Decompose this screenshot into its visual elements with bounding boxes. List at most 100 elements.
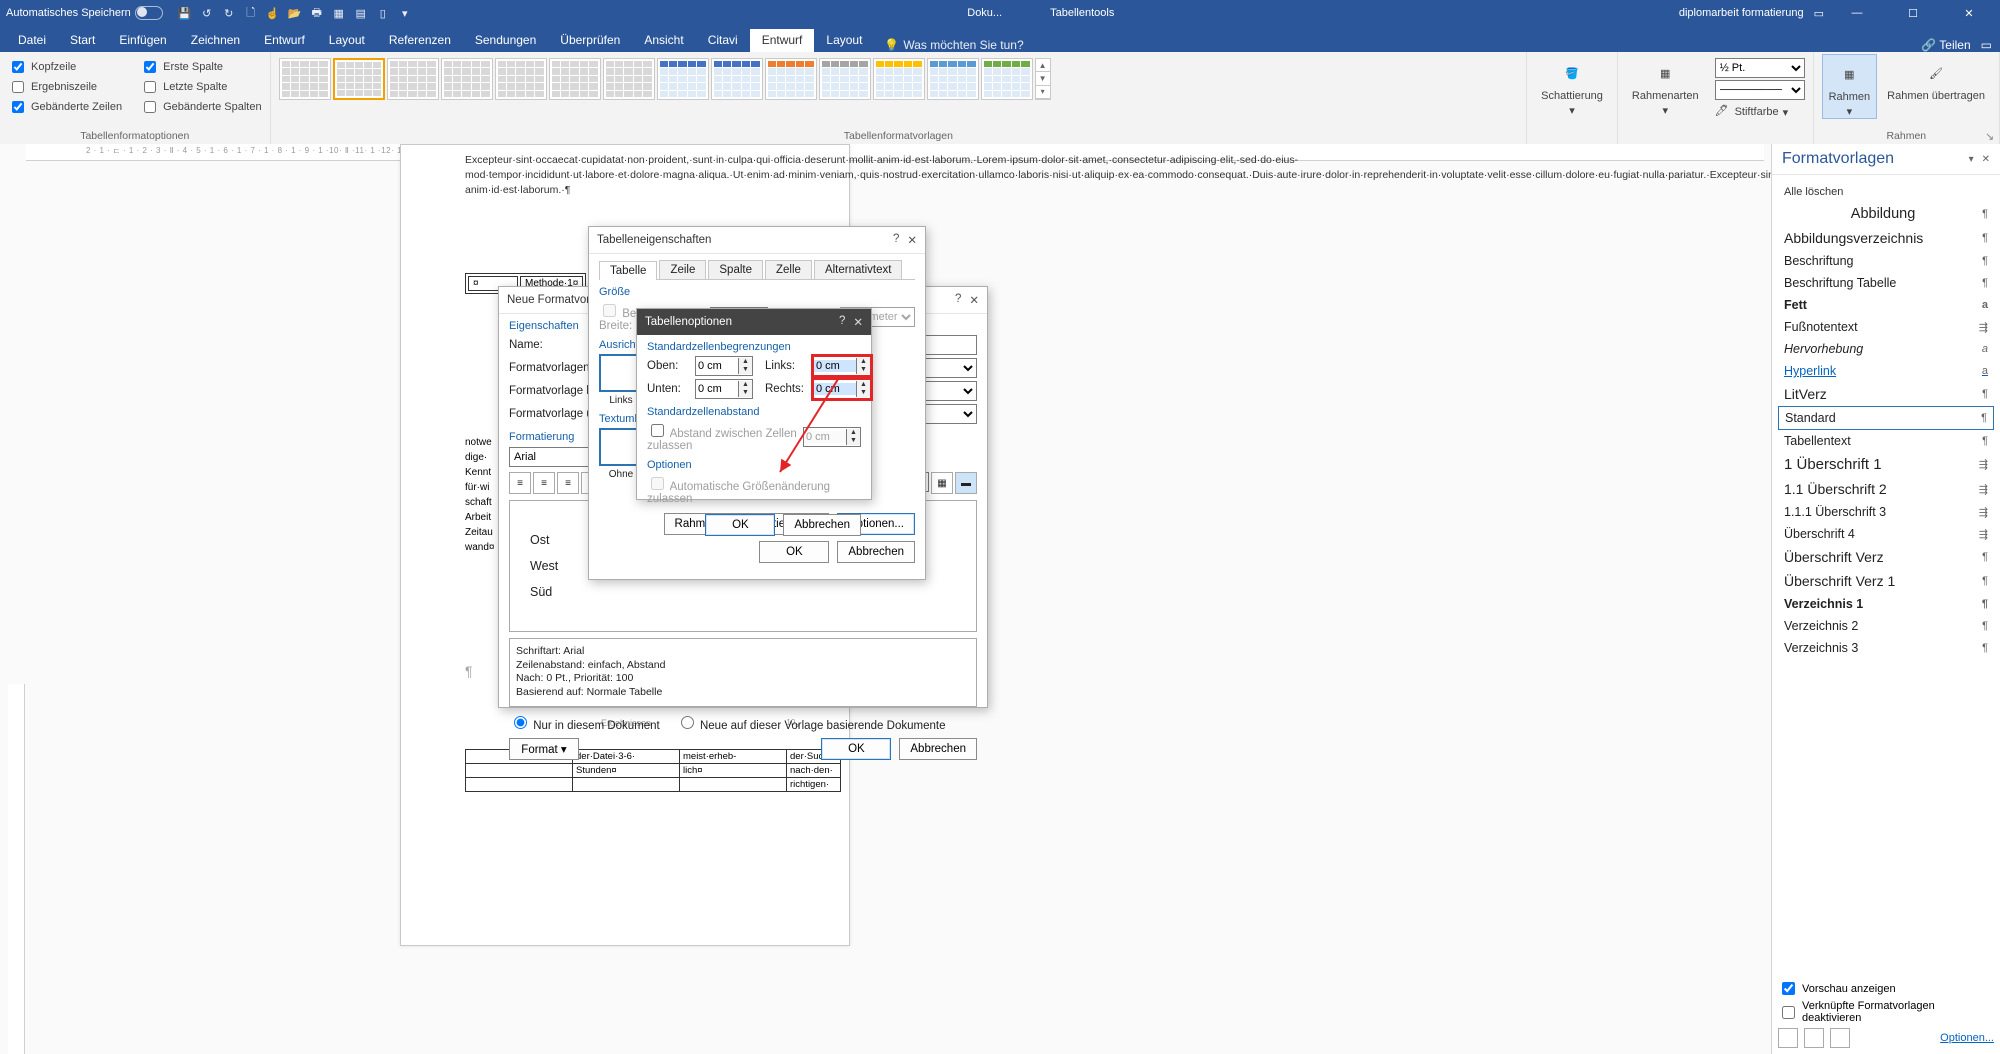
tab-design[interactable]: Entwurf	[252, 29, 317, 52]
border-styles-button[interactable]: ▦ Rahmenarten ▾	[1626, 54, 1705, 120]
style-inspector-icon[interactable]	[1804, 1028, 1824, 1048]
qat-more-icon[interactable]: ▾	[397, 5, 413, 21]
table-icon[interactable]: ▦	[331, 5, 347, 21]
tell-me-search[interactable]: 💡 Was möchten Sie tun?	[884, 38, 1023, 52]
pen-width-select[interactable]: ½ Pt.	[1715, 58, 1805, 78]
help-icon[interactable]: ?	[893, 233, 899, 247]
tstyle-col-green[interactable]	[981, 58, 1033, 100]
style-item[interactable]: Fetta	[1778, 294, 1994, 316]
tstyle-col-gray[interactable]	[819, 58, 871, 100]
style-clear-all[interactable]: Alle löschen	[1778, 182, 1994, 202]
show-preview-chk[interactable]: Vorschau anzeigen	[1778, 979, 1994, 998]
pane-close-icon[interactable]: ✕	[1982, 154, 1990, 165]
radio-template[interactable]: Neue auf dieser Vorlage basierende Dokum…	[676, 713, 946, 732]
close-icon[interactable]: ✕	[853, 315, 863, 329]
right-margin-spin[interactable]: ▲▼	[813, 379, 871, 399]
table-style-gallery[interactable]: ▲▼▾	[279, 54, 1519, 100]
tab-review[interactable]: Überprüfen	[548, 29, 632, 52]
open-icon[interactable]: 📂	[287, 5, 303, 21]
style-item[interactable]: 1.1.1 Überschrift 3⇶	[1778, 501, 1994, 523]
close-icon[interactable]: ✕	[969, 293, 979, 307]
tstyle-col-orange[interactable]	[765, 58, 817, 100]
gallery-scroll[interactable]: ▲▼▾	[1035, 58, 1051, 100]
align-left-btn[interactable]: ≡	[509, 472, 531, 494]
newstyle-cancel-button[interactable]: Abbrechen	[899, 738, 977, 760]
tab-table-layout[interactable]: Layout	[814, 29, 874, 52]
style-item[interactable]: Überschrift Verz 1¶	[1778, 569, 1994, 593]
pen-color-button[interactable]: 🖊Stiftfarbe ▾	[1715, 104, 1805, 120]
tab-table-design[interactable]: Entwurf	[750, 29, 815, 52]
tstyle-plain1[interactable]	[279, 58, 331, 100]
minimize-button[interactable]: —	[1834, 0, 1880, 26]
chk-last-col[interactable]: Letzte Spalte	[140, 78, 261, 96]
styles-options-link[interactable]: Optionen...	[1940, 1032, 1994, 1044]
tstyle-col-lightblue[interactable]	[927, 58, 979, 100]
props-cancel-button[interactable]: Abbrechen	[837, 541, 915, 563]
tab-cell[interactable]: Zelle	[765, 260, 812, 279]
align-center-btn[interactable]: ≡	[533, 472, 555, 494]
tableopts-cancel-button[interactable]: Abbrechen	[783, 514, 861, 536]
align-right-btn[interactable]: ≡	[557, 472, 579, 494]
comments-icon[interactable]: ▭	[1981, 38, 1992, 52]
tstyle-col-blue[interactable]	[657, 58, 709, 100]
style-item[interactable]: Fußnotentext⇶	[1778, 316, 1994, 338]
tab-alttext[interactable]: Alternativtext	[814, 260, 902, 279]
chk-banded-rows[interactable]: Gebänderte Zeilen	[8, 98, 122, 116]
chk-header-row[interactable]: Kopfzeile	[8, 58, 122, 76]
tstyle-plain6[interactable]	[549, 58, 601, 100]
chk-banded-cols[interactable]: Gebänderte Spalten	[140, 98, 261, 116]
tab-references[interactable]: Referenzen	[377, 29, 463, 52]
style-item[interactable]: Überschrift Verz¶	[1778, 545, 1994, 569]
save-icon[interactable]: 💾	[177, 5, 193, 21]
tstyle-plain7[interactable]	[603, 58, 655, 100]
tstyle-col-blue2[interactable]	[711, 58, 763, 100]
account-icon[interactable]: ▭	[1814, 7, 1824, 20]
style-item[interactable]: Hervorhebunga	[1778, 338, 1994, 360]
tab-file[interactable]: Datei	[6, 29, 58, 52]
style-item[interactable]: Abbildungsverzeichnis¶	[1778, 226, 1994, 250]
tab-draw[interactable]: Zeichnen	[179, 29, 252, 52]
border-btn[interactable]: ▦	[931, 472, 953, 494]
style-item[interactable]: Tabellentext¶	[1778, 430, 1994, 452]
tab-row[interactable]: Zeile	[659, 260, 706, 279]
undo-icon[interactable]: ↺	[199, 5, 215, 21]
table2-icon[interactable]: ▤	[353, 5, 369, 21]
maximize-button[interactable]: ☐	[1890, 0, 1936, 26]
left-margin-spin[interactable]: ▲▼	[813, 356, 871, 376]
borders-button[interactable]: ▦ Rahmen ▾	[1822, 54, 1878, 119]
tstyle-plain3[interactable]	[387, 58, 439, 100]
border-painter-button[interactable]: 🖌 Rahmen übertragen	[1881, 54, 1991, 119]
bottom-margin-spin[interactable]: ▲▼	[695, 379, 753, 399]
tableopts-ok-button[interactable]: OK	[705, 514, 775, 536]
tab-view[interactable]: Ansicht	[632, 29, 695, 52]
pen-style-select[interactable]: ────────	[1715, 80, 1805, 100]
style-item[interactable]: Verzeichnis 2¶	[1778, 615, 1994, 637]
blank-icon[interactable]: ▯	[375, 5, 391, 21]
chk-first-col[interactable]: Erste Spalte	[140, 58, 261, 76]
top-margin-spin[interactable]: ▲▼	[695, 356, 753, 376]
tstyle-plain4[interactable]	[441, 58, 493, 100]
format-dropdown-button[interactable]: Format ▾	[509, 738, 579, 760]
tstyle-col-yellow[interactable]	[873, 58, 925, 100]
tstyle-plain5[interactable]	[495, 58, 547, 100]
style-item[interactable]: Verzeichnis 1¶	[1778, 593, 1994, 615]
redo-icon[interactable]: ↻	[221, 5, 237, 21]
new-icon[interactable]: 🗋	[243, 5, 259, 21]
props-ok-button[interactable]: OK	[759, 541, 829, 563]
close-button[interactable]: ✕	[1946, 0, 1992, 26]
borders-launcher-icon[interactable]: ↘	[1985, 130, 1997, 142]
style-item[interactable]: Abbildung¶	[1778, 202, 1994, 226]
style-item[interactable]: Standard¶	[1778, 406, 1994, 430]
style-item[interactable]: Beschriftung Tabelle¶	[1778, 272, 1994, 294]
autosize-chk[interactable]: Automatische Größenänderung zulassen	[647, 474, 861, 505]
disable-linked-chk[interactable]: Verknüpfte Formatvorlagen deaktivieren	[1778, 1000, 1994, 1024]
autosave-switch[interactable]	[135, 6, 163, 20]
tab-insert[interactable]: Einfügen	[107, 29, 178, 52]
new-style-icon[interactable]	[1778, 1028, 1798, 1048]
tab-layout[interactable]: Layout	[317, 29, 377, 52]
help-icon[interactable]: ?	[839, 315, 845, 329]
newstyle-ok-button[interactable]: OK	[821, 738, 891, 760]
style-item[interactable]: Verzeichnis 3¶	[1778, 637, 1994, 659]
tab-column[interactable]: Spalte	[708, 260, 763, 279]
pane-options-icon[interactable]: ▾	[1969, 154, 1974, 165]
